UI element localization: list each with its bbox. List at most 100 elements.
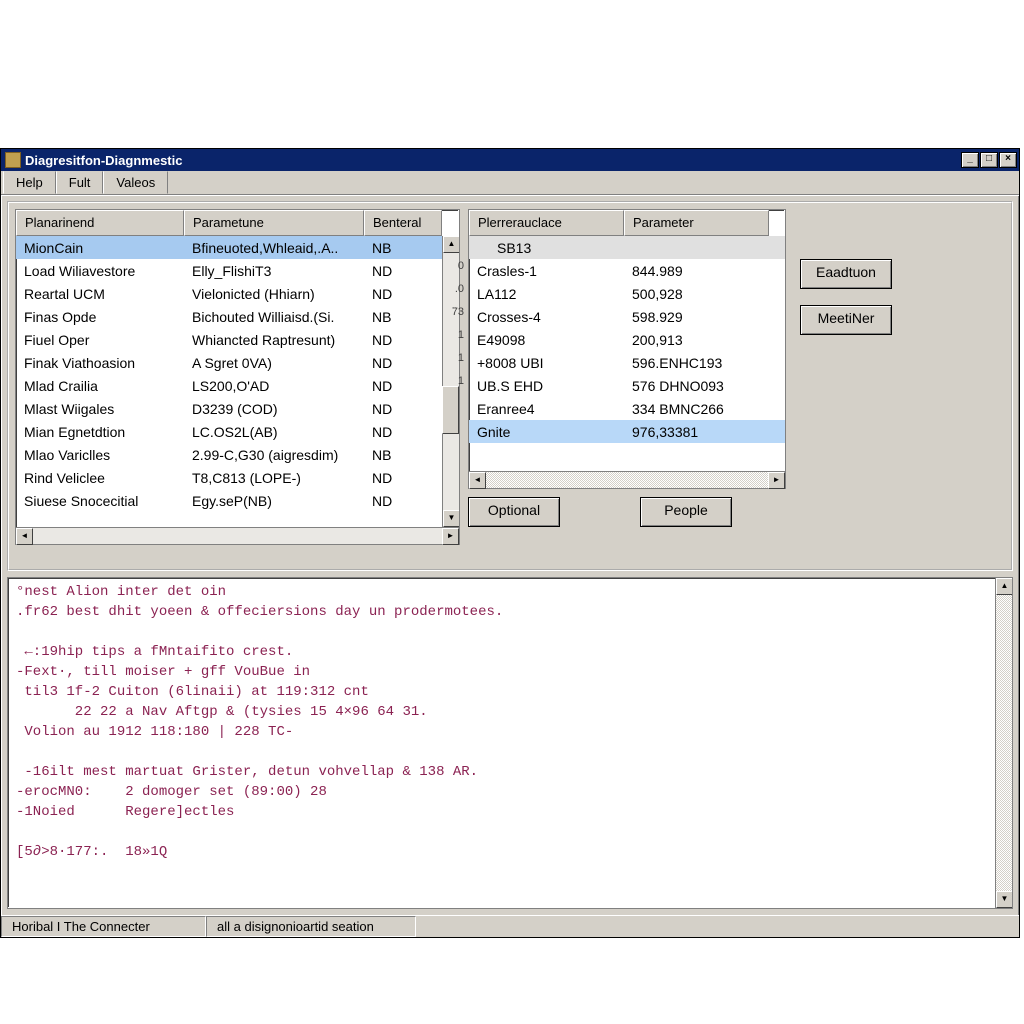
close-button[interactable]: × [999, 152, 1017, 168]
left-hscroll[interactable]: ◄ ► [16, 527, 459, 544]
menu-valeos[interactable]: Valeos [103, 171, 168, 194]
table-cell: Whiancted Raptresunt) [184, 330, 364, 350]
table-row[interactable]: Mlao Variclles2.99-C,G30 (aigresdim)NB [16, 443, 459, 466]
eaadtuon-button[interactable]: Eaadtuon [800, 259, 892, 289]
table-cell: Reartal UCM [16, 284, 184, 304]
scroll-down-icon[interactable]: ▼ [443, 510, 459, 527]
left-col-2-header[interactable]: Benteral [364, 210, 442, 236]
menu-bar: Help Fult Valeos [1, 171, 1019, 195]
table-cell: 2.99-C,G30 (aigresdim) [184, 445, 364, 465]
scroll-down-icon[interactable]: ▼ [996, 891, 1013, 908]
table-cell: Siuese Snocecitial [16, 491, 184, 511]
table-cell: Mian Egnetdtion [16, 422, 184, 442]
left-col-1-header[interactable]: Parametune [184, 210, 364, 236]
table-row[interactable]: Load WiliavestoreElly_FlishiT3ND [16, 259, 459, 282]
scroll-left-icon[interactable]: ◄ [469, 472, 486, 489]
table-cell: Eranree4 [469, 399, 624, 419]
table-cell: LA112 [469, 284, 624, 304]
row-number-gutter: 0.073111 [438, 235, 466, 419]
table-row[interactable]: Finas OpdeBichouted Williaisd.(Si.NB [16, 305, 459, 328]
row-number: 1 [438, 350, 466, 373]
parameter-panel: Planarinend Parametune Benteral MionCain… [7, 201, 1013, 571]
table-cell: Finas Opde [16, 307, 184, 327]
table-row[interactable]: MionCainBfineuoted,Whleaid,.A..NB [16, 236, 459, 259]
scroll-right-icon[interactable]: ► [768, 472, 785, 489]
table-row[interactable]: Siuese SnocecitialEgy.seP(NB)ND [16, 489, 459, 512]
left-col-0-header[interactable]: Planarinend [16, 210, 184, 236]
table-row[interactable]: Mian EgnetdtionLC.OS2L(AB)ND [16, 420, 459, 443]
right-subheader: SB13 [469, 238, 624, 258]
right-parameter-table[interactable]: Plerrerauclace Parameter SB13 Crasles-18… [468, 209, 786, 489]
right-col-1-header[interactable]: Parameter [624, 210, 769, 236]
table-cell: 596.ENHC193 [624, 353, 769, 373]
table-cell: Elly_FlishiT3 [184, 261, 364, 281]
people-button[interactable]: People [640, 497, 732, 527]
right-col-0-header[interactable]: Plerrerauclace [469, 210, 624, 236]
table-cell: Mlast Wiigales [16, 399, 184, 419]
table-row[interactable]: +8008 UBI596.ENHC193 [469, 351, 785, 374]
title-bar[interactable]: Diagresitfon-Diagnmestic _ □ × [1, 149, 1019, 171]
table-cell: ND [364, 491, 424, 511]
table-row[interactable]: Gnite976,33381 [469, 420, 785, 443]
table-row[interactable]: Rind VelicleeT8,C813 (LOPE-)ND [16, 466, 459, 489]
scroll-track[interactable] [33, 528, 442, 544]
log-panel: °nest Alion inter det oin .fr62 best dhi… [7, 577, 1013, 909]
right-subheader-row: SB13 [469, 236, 785, 259]
optional-button[interactable]: Optional [468, 497, 560, 527]
table-cell: A Sgret 0VA) [184, 353, 364, 373]
table-row[interactable]: Finak ViathoasionA Sgret 0VA)ND [16, 351, 459, 374]
scroll-track[interactable] [996, 595, 1012, 891]
table-row[interactable]: Reartal UCMVielonicted (Hhiarn)ND [16, 282, 459, 305]
table-row[interactable]: Mlad CrailiaLS200,O'ADND [16, 374, 459, 397]
table-cell: LC.OS2L(AB) [184, 422, 364, 442]
table-row[interactable]: UB.S EHD576 DHNO093 [469, 374, 785, 397]
table-cell: 976,33381 [624, 422, 769, 442]
table-cell: Mlao Variclles [16, 445, 184, 465]
table-cell: UB.S EHD [469, 376, 624, 396]
scroll-left-icon[interactable]: ◄ [16, 528, 33, 545]
scroll-right-icon[interactable]: ► [442, 528, 459, 545]
table-cell: ND [364, 422, 424, 442]
table-cell: 576 DHNO093 [624, 376, 769, 396]
table-cell: +8008 UBI [469, 353, 624, 373]
log-text[interactable]: °nest Alion inter det oin .fr62 best dhi… [8, 578, 1012, 866]
menu-help[interactable]: Help [3, 171, 56, 194]
log-vscroll[interactable]: ▲ ▼ [995, 578, 1012, 908]
table-cell: NB [364, 238, 424, 258]
row-number [438, 235, 466, 258]
menu-fult[interactable]: Fult [56, 171, 104, 194]
table-cell: Gnite [469, 422, 624, 442]
scroll-up-icon[interactable]: ▲ [996, 578, 1013, 595]
table-cell: 598.929 [624, 307, 769, 327]
row-number [438, 396, 466, 419]
app-icon [5, 152, 21, 168]
table-cell: Egy.seP(NB) [184, 491, 364, 511]
right-hscroll[interactable]: ◄ ► [469, 471, 785, 488]
row-number: 73 [438, 304, 466, 327]
minimize-button[interactable]: _ [961, 152, 979, 168]
maximize-button[interactable]: □ [980, 152, 998, 168]
table-row[interactable]: E49098200,913 [469, 328, 785, 351]
table-row[interactable]: LA112500,928 [469, 282, 785, 305]
scroll-track[interactable] [486, 472, 768, 488]
table-row[interactable]: Crasles-1844.989 [469, 259, 785, 282]
table-cell: Mlad Crailia [16, 376, 184, 396]
left-table-body[interactable]: MionCainBfineuoted,Whleaid,.A..NBLoad Wi… [16, 236, 459, 527]
table-row[interactable]: Crosses-4598.929 [469, 305, 785, 328]
table-cell: 500,928 [624, 284, 769, 304]
table-row[interactable]: Mlast WiigalesD3239 (COD)ND [16, 397, 459, 420]
table-cell: T8,C813 (LOPE-) [184, 468, 364, 488]
table-row[interactable]: Fiuel OperWhiancted Raptresunt)ND [16, 328, 459, 351]
left-parameter-table[interactable]: Planarinend Parametune Benteral MionCain… [15, 209, 460, 545]
right-table-body[interactable]: SB13 Crasles-1844.989LA112500,928Crosses… [469, 236, 785, 471]
window-title: Diagresitfon-Diagnmestic [25, 153, 960, 168]
table-cell: 334 BMNC266 [624, 399, 769, 419]
table-cell: ND [364, 376, 424, 396]
status-cell-2: all a disignonioartid seation [206, 916, 416, 937]
row-number: 0 [438, 258, 466, 281]
row-number: .0 [438, 281, 466, 304]
table-row[interactable]: Eranree4334 BMNC266 [469, 397, 785, 420]
table-cell: Rind Veliclee [16, 468, 184, 488]
meetiner-button[interactable]: MeetiNer [800, 305, 892, 335]
table-cell: 200,913 [624, 330, 769, 350]
